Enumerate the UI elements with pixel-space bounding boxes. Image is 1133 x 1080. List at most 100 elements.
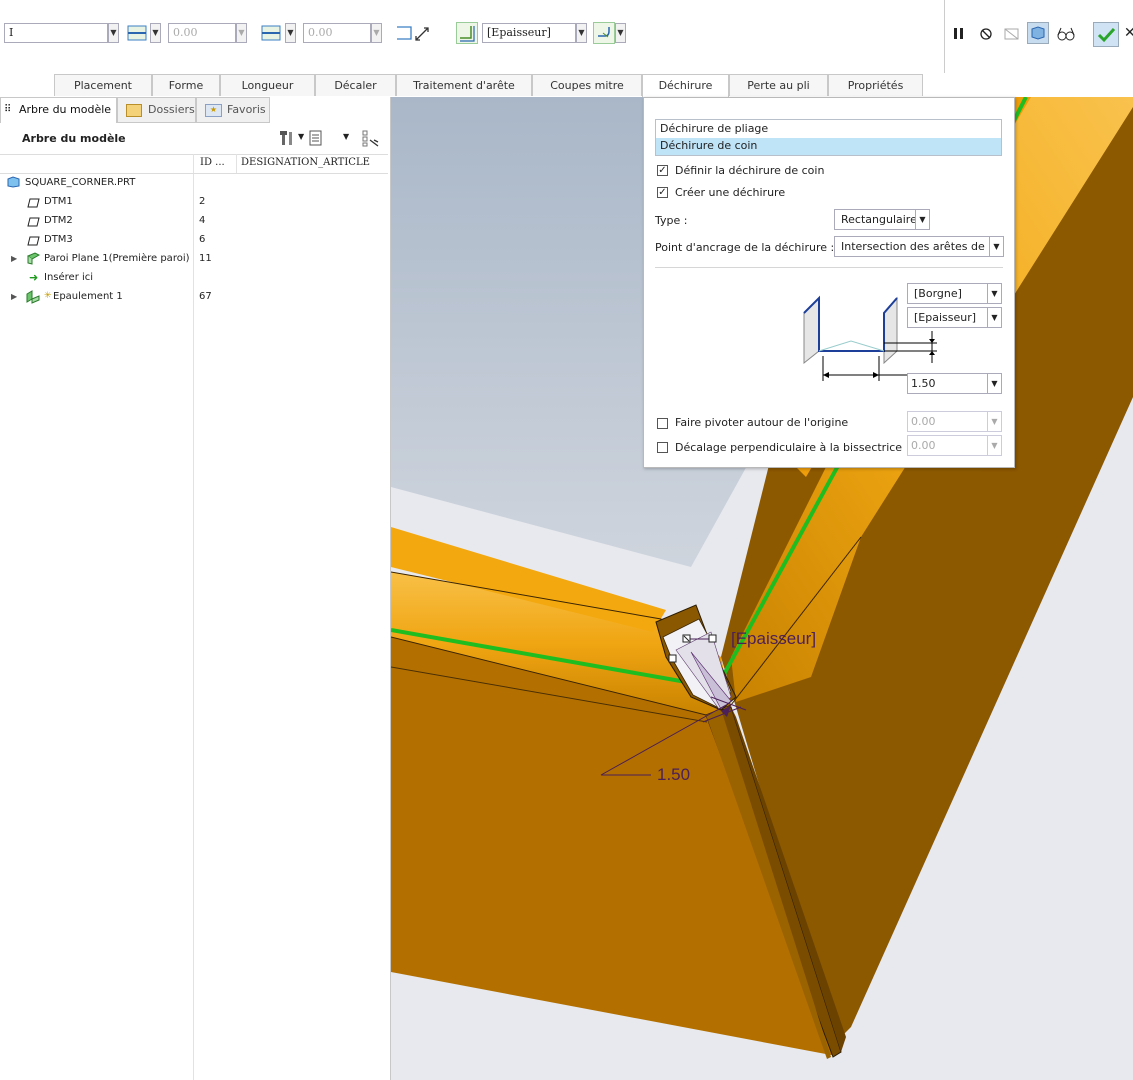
settings-icon[interactable]	[277, 128, 297, 148]
offset-type-icon[interactable]	[260, 22, 282, 44]
chevron-down-icon[interactable]: ▼	[615, 23, 626, 43]
chevron-down-icon[interactable]: ▼	[343, 132, 349, 141]
tree-item-id: 67	[199, 291, 212, 302]
anchor-value: Intersection des arêtes de pli	[841, 240, 1002, 253]
detached-preview-icon[interactable]	[1027, 22, 1049, 44]
chevron-down-icon[interactable]: ▼	[987, 284, 1001, 303]
dimension-annotation[interactable]: 1.50	[657, 765, 690, 785]
create-relief-checkbox[interactable]: ✓	[657, 187, 668, 198]
show-icon[interactable]	[307, 128, 325, 148]
column-header-id[interactable]: ID ...	[200, 157, 225, 168]
flip-side-icon[interactable]	[394, 22, 429, 44]
cancel-icon[interactable]: ✕	[1124, 25, 1133, 41]
tab-favorites[interactable]: ★ Favoris	[196, 97, 270, 123]
tab-label: Dossiers	[148, 103, 195, 116]
bend-icon[interactable]	[593, 22, 615, 44]
tree-item-id: 6	[199, 234, 206, 245]
list-item-corner-relief[interactable]: Déchirure de coin	[660, 139, 757, 152]
flat-wall-icon	[26, 252, 41, 265]
thickness-field[interactable]: [Epaisseur]	[482, 23, 576, 43]
thickness-annotation[interactable]: [Epaisseur]	[731, 629, 816, 649]
ok-check-icon[interactable]	[1093, 22, 1119, 47]
chevron-down-icon[interactable]: ▼	[108, 23, 119, 43]
relief-type-list[interactable]: Déchirure de pliage Déchirure de coin	[655, 119, 1002, 156]
chevron-down-icon[interactable]: ▼	[298, 132, 304, 141]
type-select[interactable]: Rectangulaire ▼	[834, 209, 930, 230]
chevron-down-icon[interactable]: ▼	[987, 374, 1001, 393]
chevron-down-icon[interactable]: ▼	[915, 210, 929, 229]
offset-value-field[interactable]: 0.00 ▼	[907, 435, 1002, 456]
column-header-designation[interactable]: DESIGNATION_ARTICLE	[241, 157, 370, 168]
tab-forme[interactable]: Forme	[152, 74, 220, 96]
tab-folders[interactable]: Dossiers	[117, 97, 196, 123]
expand-arrow-icon[interactable]: ▶	[11, 249, 17, 268]
no-preview-icon[interactable]	[976, 23, 998, 45]
column-divider	[236, 154, 237, 173]
depth-select[interactable]: [Borgne] ▼	[907, 283, 1002, 304]
tree-row-part[interactable]: SQUARE_CORNER.PRT	[0, 173, 388, 192]
width-type-icon[interactable]	[126, 22, 148, 44]
divider	[655, 267, 1003, 268]
dimension-select[interactable]: 1.50 ▼	[907, 373, 1002, 394]
verify-glasses-icon[interactable]	[1055, 23, 1077, 45]
tree-row-datum[interactable]: DTM2 4	[0, 211, 388, 230]
anchor-select[interactable]: Intersection des arêtes de pli ▼	[834, 236, 1004, 257]
attached-preview-icon[interactable]	[1001, 23, 1023, 45]
tree-row-feature[interactable]: ▶ Paroi Plane 1(Première paroi) 11	[0, 249, 388, 268]
expand-arrow-icon[interactable]: ▶	[11, 287, 17, 306]
offset1-field[interactable]: 0.00	[168, 23, 236, 43]
star-icon: ★	[205, 104, 222, 117]
chevron-down-icon[interactable]: ▼	[987, 436, 1001, 455]
chevron-down-icon[interactable]: ▼	[987, 308, 1001, 327]
tree-item-label: SQUARE_CORNER.PRT	[25, 177, 136, 188]
model-tree-panel: ⠿ Arbre du modèle Dossiers ★ Favoris Arb…	[0, 97, 391, 1080]
chevron-down-icon[interactable]: ▼	[150, 23, 161, 43]
rotate-value-field[interactable]: 0.00 ▼	[907, 411, 1002, 432]
tree-row-feature[interactable]: ▶ ✳ Epaulement 1 67	[0, 287, 388, 306]
tree-item-label: Epaulement 1	[53, 291, 123, 302]
tab-proprietes[interactable]: Propriétés	[828, 74, 923, 96]
datum-plane-icon	[27, 196, 40, 208]
tab-placement[interactable]: Placement	[54, 74, 152, 96]
tab-longueur[interactable]: Longueur	[220, 74, 315, 96]
tree-item-label: DTM2	[44, 215, 73, 226]
tab-model-tree[interactable]: ⠿ Arbre du modèle	[0, 97, 117, 123]
tree-row-datum[interactable]: DTM1 2	[0, 192, 388, 211]
placement-type-field[interactable]: I	[4, 23, 108, 43]
rotate-origin-checkbox[interactable]	[657, 418, 668, 429]
tab-perte-au-pli[interactable]: Perte au pli	[729, 74, 828, 96]
tree-filter-icon[interactable]	[360, 128, 382, 148]
tree-item-label: Insérer ici	[44, 272, 94, 283]
pause-icon[interactable]	[950, 23, 972, 45]
rotate-value: 0.00	[911, 415, 936, 428]
chevron-down-icon[interactable]: ▼	[285, 23, 296, 43]
tree-row-insert-here[interactable]: ➜ Insérer ici	[0, 268, 388, 287]
rotate-origin-label: Faire pivoter autour de l'origine	[675, 416, 849, 429]
type-value: Rectangulaire	[841, 213, 917, 226]
tab-traitement-arete[interactable]: Traitement d'arête	[396, 74, 532, 96]
tab-coupes-mitre[interactable]: Coupes mitre	[532, 74, 642, 96]
flange-wall-icon	[25, 289, 42, 304]
arrow-right-icon: ➜	[29, 271, 39, 284]
tree-row-datum[interactable]: DTM3 6	[0, 230, 388, 249]
chevron-down-icon[interactable]: ▼	[576, 23, 587, 43]
perpendicular-offset-checkbox[interactable]	[657, 442, 668, 453]
tree-item-label: Paroi Plane 1(Première paroi)	[44, 253, 190, 264]
offset2-field[interactable]: 0.00	[303, 23, 371, 43]
chevron-down-icon[interactable]: ▼	[989, 237, 1003, 256]
width-select[interactable]: [Epaisseur] ▼	[907, 307, 1002, 328]
tab-decaler[interactable]: Décaler	[315, 74, 396, 96]
tab-label: Favoris	[227, 103, 266, 116]
relief-panel: Déchirure de pliage Déchirure de coin ✓ …	[643, 97, 1015, 468]
perpendicular-offset-label: Décalage perpendiculaire à la bissectric…	[675, 441, 903, 454]
create-relief-label: Créer une déchirure	[675, 186, 786, 199]
chevron-down-icon[interactable]: ▼	[236, 23, 247, 43]
thickness-side-icon[interactable]	[456, 22, 478, 44]
define-corner-relief-checkbox[interactable]: ✓	[657, 165, 668, 176]
part-icon	[7, 176, 20, 188]
chevron-down-icon[interactable]: ▼	[371, 23, 382, 43]
list-item-bend-relief[interactable]: Déchirure de pliage	[660, 122, 768, 135]
chevron-down-icon[interactable]: ▼	[987, 412, 1001, 431]
tab-dechirure[interactable]: Déchirure	[642, 74, 729, 97]
width-value: [Epaisseur]	[914, 311, 977, 324]
